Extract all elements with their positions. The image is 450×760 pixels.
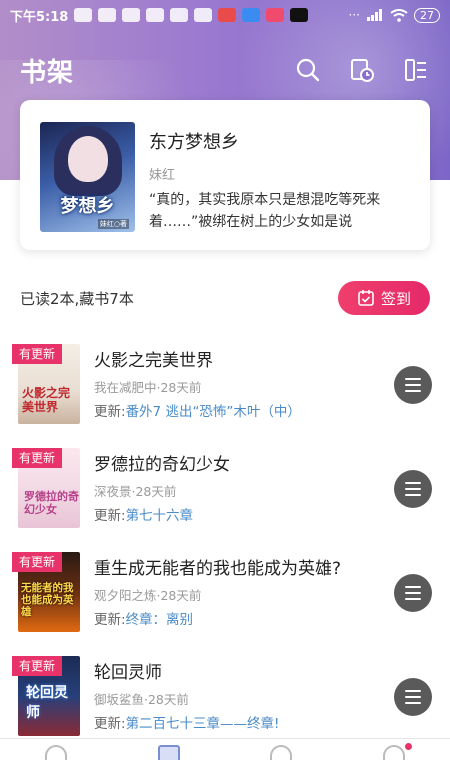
notification-icon xyxy=(194,8,213,22)
book-list-item[interactable]: 轮回灵师 有更新 轮回灵师 御坂鲨鱼·28天前 更新:第二百七十三章——终章! xyxy=(0,648,450,752)
notification-dot xyxy=(405,743,412,750)
page-title: 书架 xyxy=(20,57,75,88)
update-badge: 有更新 xyxy=(12,656,62,676)
book-title: 火影之完美世界 xyxy=(94,351,213,371)
history-button[interactable] xyxy=(348,56,376,84)
featured-book-card[interactable]: 梦想乡 妹红○著 东方梦想乡 妹红 “真的，其实我原本只是想混吃等死来着……”被… xyxy=(20,100,430,250)
book-menu-button[interactable] xyxy=(394,366,432,404)
update-chapter-link[interactable]: 第七十六章 xyxy=(126,508,194,524)
cover-title: 无能者的我也能成为英雄 xyxy=(21,582,74,618)
book-list: 火影之完美世界 有更新 火影之完美世界 我在减肥中·28天前 更新:番外7 逃出… xyxy=(0,336,450,752)
checkin-label: 签到 xyxy=(380,289,411,308)
list-manage-icon xyxy=(405,59,426,81)
update-chapter-link[interactable]: 终章：离别 xyxy=(126,612,194,628)
battery-indicator: 27 xyxy=(414,7,440,23)
shelf-stats-text: 已读2本,藏书7本 xyxy=(20,289,134,308)
update-badge: 有更新 xyxy=(12,344,62,364)
cover-author: 妹红○著 xyxy=(97,219,129,229)
cover-title: 火影之完美世界 xyxy=(22,386,71,414)
title-bar: 书架 xyxy=(0,50,450,90)
search-icon xyxy=(296,58,320,82)
update-label: 更新: xyxy=(94,404,126,420)
status-time: 下午5:18 xyxy=(10,9,69,25)
featured-book-info: 东方梦想乡 妹红 “真的，其实我原本只是想混吃等死来着……”被绑在树上的少女如是… xyxy=(149,122,410,250)
shelf-stats-row: 已读2本,藏书7本 签到 xyxy=(20,280,430,316)
book-update: 更新:第二百七十三章——终章! xyxy=(94,712,450,732)
tab-bookshelf[interactable] xyxy=(113,739,226,760)
calendar-check-icon xyxy=(358,290,374,306)
home-icon xyxy=(45,745,68,760)
tab-discover[interactable] xyxy=(225,739,338,760)
notification-icon xyxy=(98,8,117,22)
menu-icon xyxy=(405,480,421,498)
book-menu-button[interactable] xyxy=(394,470,432,508)
history-icon xyxy=(351,59,374,82)
status-bar: 下午5:18 ··· 27 xyxy=(0,0,450,30)
app-notification-icon xyxy=(218,8,237,22)
signal-icon xyxy=(367,9,382,21)
cover-art xyxy=(68,136,108,182)
book-list-item[interactable]: 无能者的我也能成为英雄 有更新 重生成无能者的我也能成为英雄? 观夕阳之炼·28… xyxy=(0,544,450,648)
manage-shelf-button[interactable] xyxy=(402,56,430,84)
notification-icon xyxy=(146,8,165,22)
book-list-item[interactable]: 火影之完美世界 有更新 火影之完美世界 我在减肥中·28天前 更新:番外7 逃出… xyxy=(0,336,450,440)
cover-title: 梦想乡 xyxy=(60,196,115,217)
book-update: 更新:终章：离别 xyxy=(94,608,450,628)
menu-icon xyxy=(405,584,421,602)
book-title: 重生成无能者的我也能成为英雄? xyxy=(94,559,342,579)
book-title: 罗德拉的奇幻少女 xyxy=(94,455,230,475)
featured-book-cover: 梦想乡 妹红○著 xyxy=(40,122,135,232)
bookshelf-icon xyxy=(157,745,180,760)
featured-book-title: 东方梦想乡 xyxy=(149,132,239,153)
book-menu-button[interactable] xyxy=(394,678,432,716)
cover-title: 罗德拉的奇幻少女 xyxy=(24,490,79,516)
menu-icon xyxy=(405,376,421,394)
update-badge: 有更新 xyxy=(12,448,62,468)
checkin-button[interactable]: 签到 xyxy=(338,281,430,315)
featured-book-description: “真的，其实我原本只是想混吃等死来着……”被绑在树上的少女如是说 xyxy=(149,192,381,230)
search-button[interactable] xyxy=(294,56,322,84)
wifi-icon xyxy=(390,8,408,22)
notification-icons xyxy=(74,8,309,22)
notification-icon xyxy=(122,8,141,22)
tab-profile[interactable] xyxy=(338,739,450,760)
book-title: 轮回灵师 xyxy=(94,663,162,683)
update-chapter-link[interactable]: 第二百七十三章——终章! xyxy=(126,716,280,732)
menu-icon xyxy=(405,688,421,706)
more-dots-icon: ··· xyxy=(348,8,360,22)
notification-icon xyxy=(74,8,93,22)
book-update: 更新:番外7 逃出“恐怖”木叶（中） xyxy=(94,400,450,420)
book-update: 更新:第七十六章 xyxy=(94,504,450,524)
discover-icon xyxy=(270,745,293,760)
update-chapter-link[interactable]: 番外7 逃出“恐怖”木叶（中） xyxy=(126,404,301,420)
update-label: 更新: xyxy=(94,508,126,524)
update-badge: 有更新 xyxy=(12,552,62,572)
header-actions xyxy=(294,56,430,84)
tab-home[interactable] xyxy=(0,739,113,760)
cover-title: 轮回灵师 xyxy=(26,685,68,721)
bottom-tab-bar xyxy=(0,738,450,760)
zhihu-icon xyxy=(242,8,261,22)
featured-book-author: 妹红 xyxy=(149,168,176,183)
status-right: ··· 27 xyxy=(348,7,440,23)
update-label: 更新: xyxy=(94,716,126,732)
toutiao-icon xyxy=(266,8,285,22)
profile-icon xyxy=(382,745,405,760)
book-list-item[interactable]: 罗德拉的奇幻少女 有更新 罗德拉的奇幻少女 深夜景·28天前 更新:第七十六章 xyxy=(0,440,450,544)
book-menu-button[interactable] xyxy=(394,574,432,612)
tiktok-icon xyxy=(290,8,309,22)
update-label: 更新: xyxy=(94,612,126,628)
notification-icon xyxy=(170,8,189,22)
